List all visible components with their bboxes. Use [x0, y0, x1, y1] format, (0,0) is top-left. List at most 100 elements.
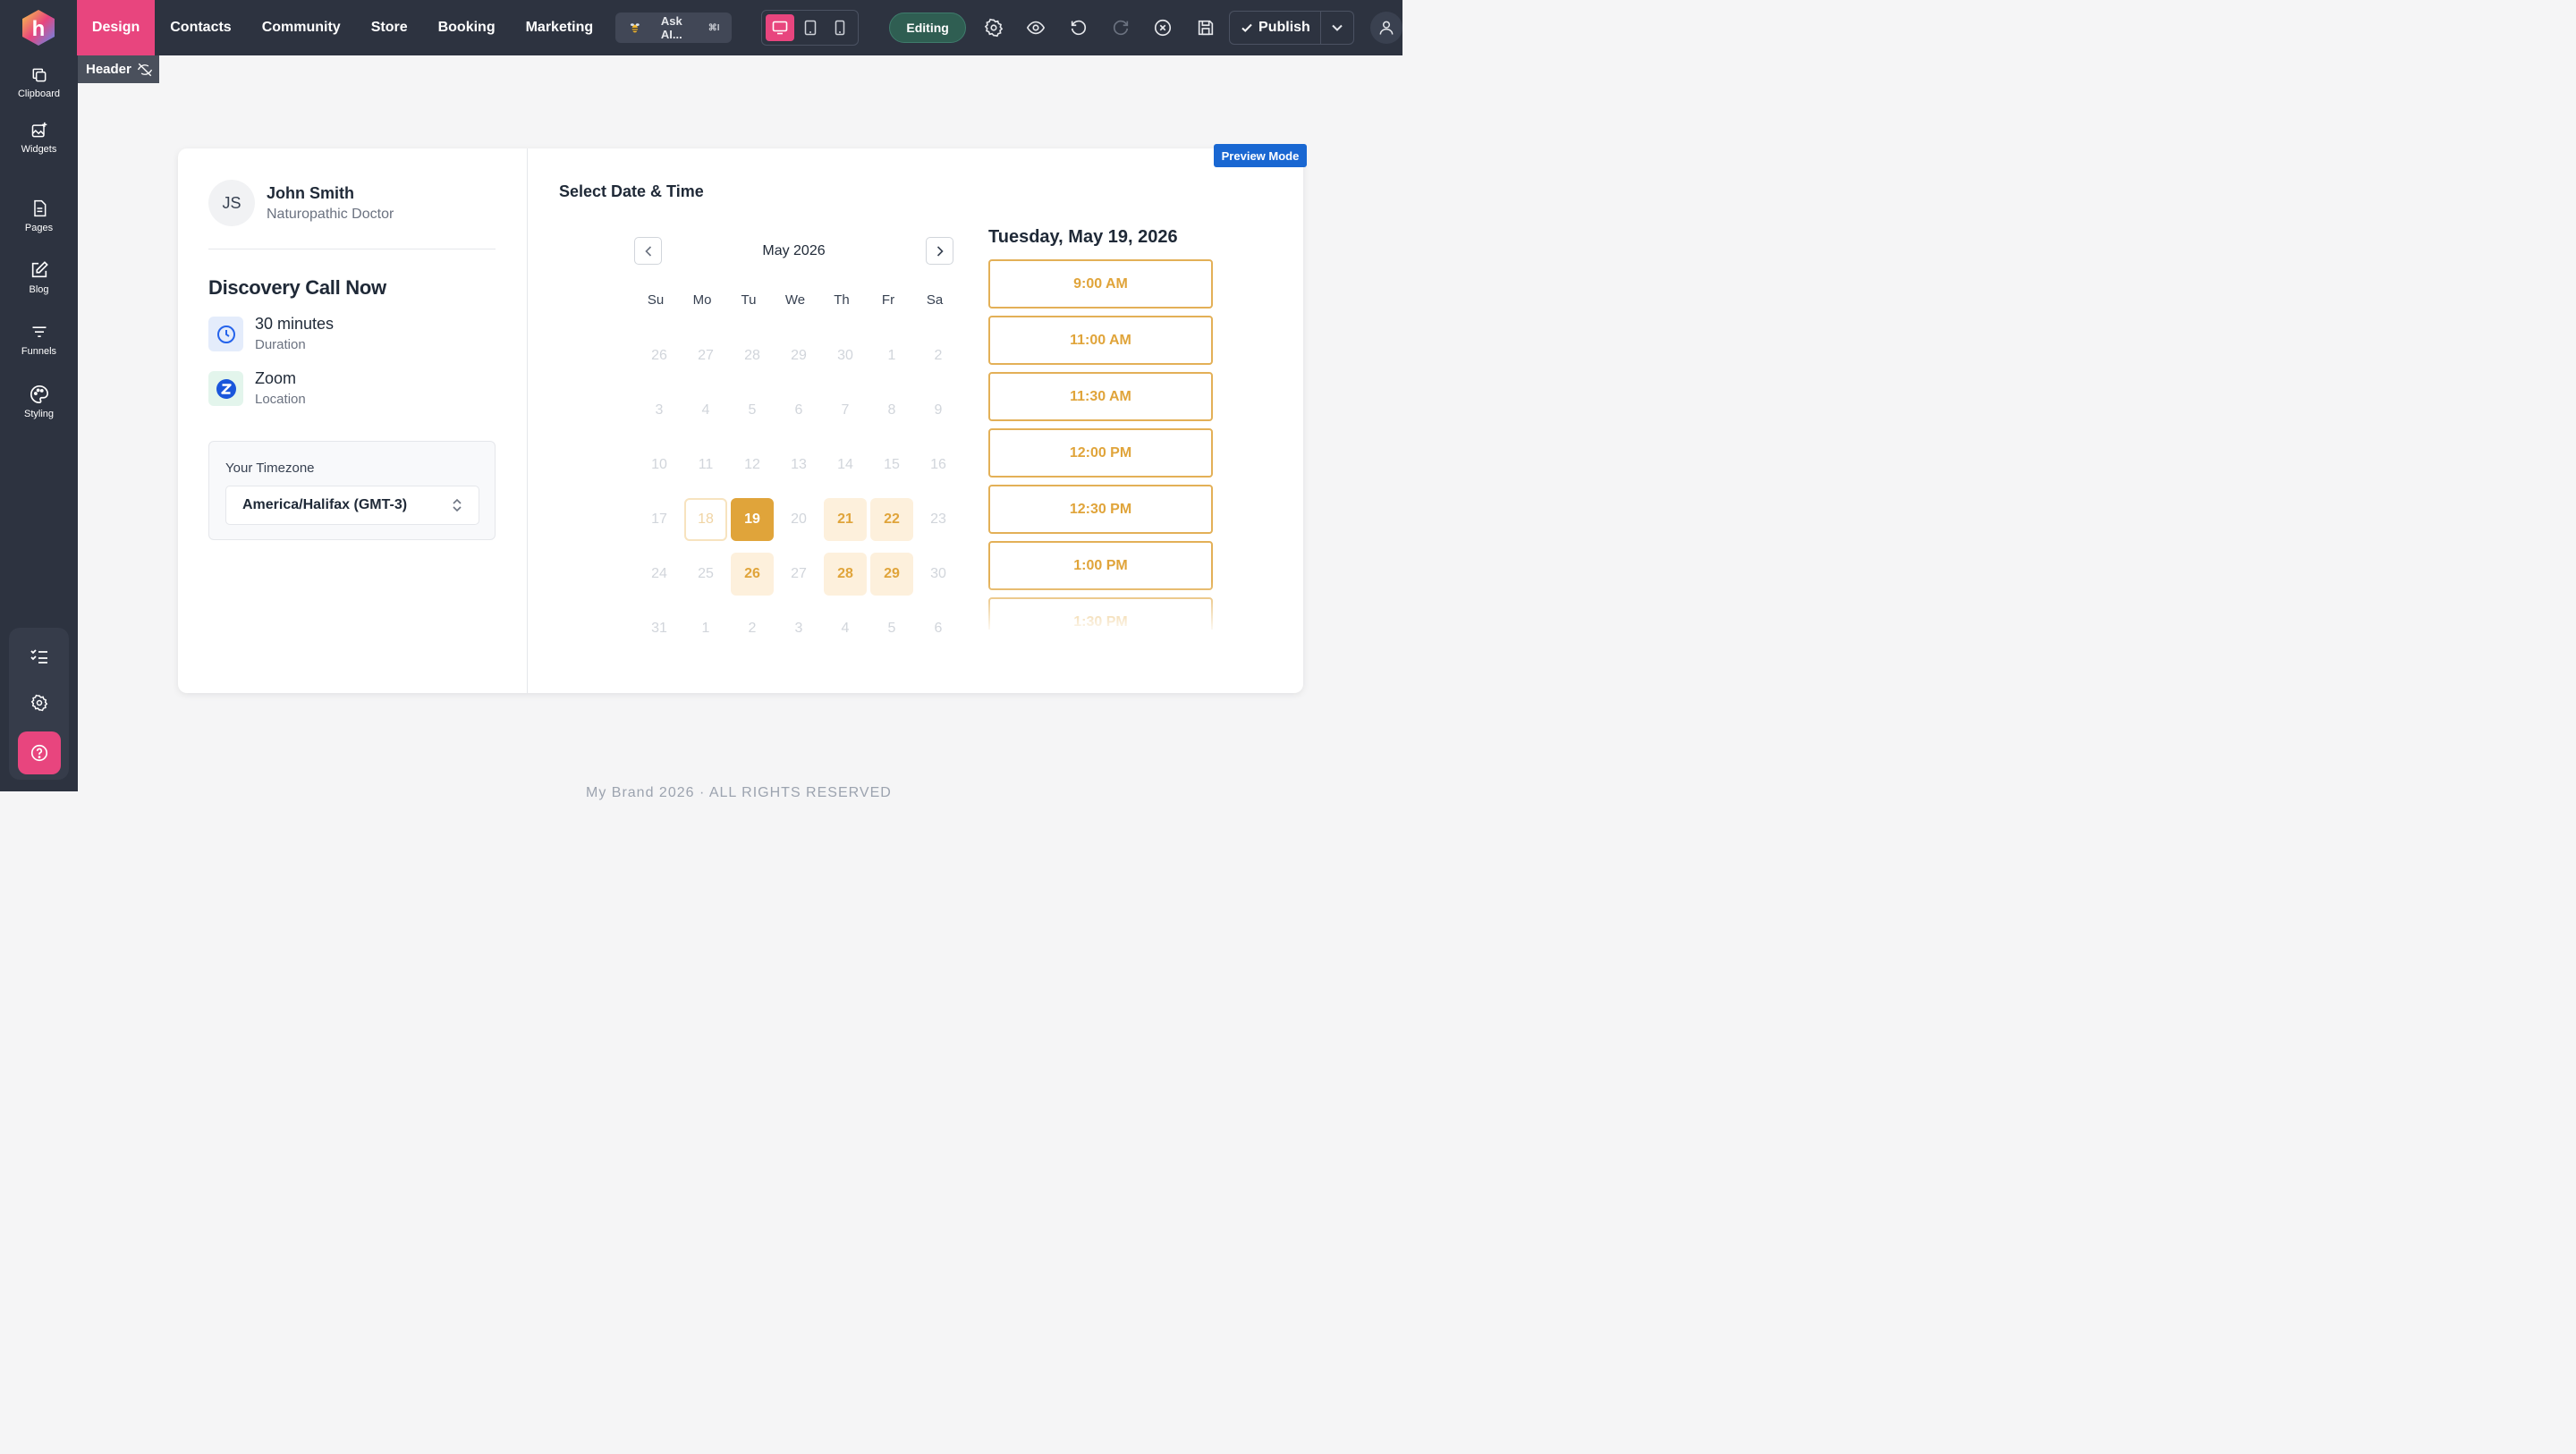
- calendar-day: 16: [930, 457, 946, 472]
- sidebar-item-blog[interactable]: Blog: [0, 260, 78, 295]
- timezone-value: America/Halifax (GMT-3): [242, 497, 408, 512]
- time-slot-button[interactable]: 12:30 PM: [988, 485, 1213, 534]
- chevron-right-icon: [936, 245, 944, 257]
- sidebar-item-label: Funnels: [21, 346, 57, 357]
- location-label: Location: [255, 392, 306, 407]
- desktop-icon: [772, 21, 788, 35]
- sidebar-item-label: Clipboard: [17, 89, 61, 99]
- footer-text: My Brand 2026 · ALL RIGHTS RESERVED: [586, 785, 892, 800]
- ask-ai-button[interactable]: Ask AI... ⌘I: [615, 13, 733, 43]
- time-slot-button[interactable]: 11:30 AM: [988, 372, 1213, 421]
- undo-icon: [1071, 20, 1086, 36]
- settings-button[interactable]: [972, 6, 1014, 49]
- calendar-day: 1: [887, 348, 896, 363]
- calendar-day: 2: [748, 621, 757, 636]
- time-slot-button[interactable]: 11:00 AM: [988, 316, 1213, 365]
- next-month-button[interactable]: [926, 237, 953, 265]
- weekday-header: Su: [647, 292, 665, 308]
- publish-options-button[interactable]: [1321, 12, 1353, 44]
- top-bar: h Design Contacts Community Store Bookin…: [0, 0, 1402, 55]
- calendar-day: 6: [934, 621, 943, 636]
- calendar-day-selected[interactable]: 19: [731, 498, 774, 541]
- sidebar-settings-button[interactable]: [9, 685, 69, 721]
- calendar-day: 13: [791, 457, 807, 472]
- pages-icon: [33, 199, 46, 217]
- chevron-down-icon: [1332, 24, 1343, 31]
- calendar-day-available[interactable]: 26: [731, 553, 774, 596]
- calendar-day: 4: [841, 621, 850, 636]
- host-role: Naturopathic Doctor: [267, 207, 394, 222]
- eye-off-icon[interactable]: [137, 62, 153, 78]
- task-list-button[interactable]: [9, 638, 69, 674]
- undo-button[interactable]: [1057, 6, 1099, 49]
- calendar-day-available[interactable]: 21: [824, 498, 867, 541]
- zoom-icon: [208, 371, 243, 406]
- calendar-day-available[interactable]: 28: [824, 553, 867, 596]
- timezone-label: Your Timezone: [225, 461, 315, 476]
- gear-icon: [30, 694, 47, 712]
- calendar-day: 11: [698, 457, 714, 472]
- check-icon: [1241, 23, 1252, 32]
- tablet-view-button[interactable]: [796, 14, 825, 41]
- calendar-day: 4: [701, 402, 710, 418]
- nav-design[interactable]: Design: [76, 0, 156, 55]
- edit-icon: [31, 261, 48, 278]
- mobile-icon: [835, 20, 845, 36]
- save-button[interactable]: [1184, 6, 1226, 49]
- sidebar-item-label: Widgets: [21, 144, 57, 155]
- calendar-month-label: May 2026: [762, 243, 826, 258]
- calendar-day: 2: [934, 348, 943, 363]
- time-slot-button[interactable]: 9:00 AM: [988, 259, 1213, 309]
- preview-button[interactable]: [1014, 6, 1056, 49]
- calendar-day-today: 18: [684, 498, 727, 541]
- ask-ai-shortcut: ⌘I: [708, 22, 720, 33]
- sidebar-item-pages[interactable]: Pages: [0, 199, 78, 233]
- mobile-view-button[interactable]: [826, 14, 854, 41]
- calendar-day: 10: [651, 457, 667, 472]
- publish-button[interactable]: Publish: [1230, 12, 1322, 44]
- calendar-day-available[interactable]: 29: [870, 553, 913, 596]
- account-button[interactable]: [1370, 12, 1402, 44]
- weekday-header: Mo: [692, 292, 712, 308]
- time-slot-button[interactable]: 12:00 PM: [988, 428, 1213, 478]
- time-slot-list: 9:00 AM 11:00 AM 11:30 AM 12:00 PM 12:30 PM 1…: [988, 259, 1214, 630]
- header-section-tag[interactable]: Header: [78, 55, 159, 83]
- calendar-day: 23: [930, 511, 946, 527]
- calendar-day-available[interactable]: 22: [870, 498, 913, 541]
- app-logo[interactable]: h: [0, 0, 77, 55]
- redo-button[interactable]: [1099, 6, 1141, 49]
- sidebar-item-widgets[interactable]: Widgets: [0, 122, 78, 155]
- calendar-day: 28: [744, 348, 760, 363]
- nav-booking[interactable]: Booking: [423, 0, 511, 55]
- sidebar-bottom-tray: [9, 628, 69, 780]
- nav-contacts[interactable]: Contacts: [155, 0, 246, 55]
- sidebar-item-clipboard[interactable]: Clipboard: [0, 66, 78, 99]
- close-circle-icon: [1155, 19, 1172, 37]
- sidebar-item-funnels[interactable]: Funnels: [0, 324, 78, 357]
- event-details-pane: JS John Smith Naturopathic Doctor Discov…: [178, 148, 528, 693]
- calendar-day: 3: [794, 621, 803, 636]
- calendar-day: 24: [651, 566, 667, 581]
- chevron-left-icon: [644, 245, 651, 257]
- widgets-icon: [31, 122, 47, 138]
- nav-community[interactable]: Community: [247, 0, 356, 55]
- calendar-day: 1: [701, 621, 710, 636]
- weekday-header: Tu: [741, 292, 757, 308]
- nav-store[interactable]: Store: [356, 0, 423, 55]
- calendar-day: 5: [887, 621, 896, 636]
- exit-editor-button[interactable]: [1142, 6, 1184, 49]
- select-date-title: Select Date & Time: [559, 182, 704, 200]
- editing-mode-button[interactable]: Editing: [889, 13, 967, 43]
- help-button[interactable]: [18, 731, 61, 774]
- publish-label: Publish: [1258, 20, 1310, 35]
- sidebar-item-styling[interactable]: Styling: [0, 385, 78, 419]
- desktop-view-button[interactable]: [766, 14, 795, 41]
- prev-month-button[interactable]: [634, 237, 662, 265]
- timezone-select[interactable]: America/Halifax (GMT-3): [225, 486, 479, 525]
- eye-icon: [1027, 21, 1046, 35]
- redo-icon: [1113, 20, 1129, 36]
- nav-marketing[interactable]: Marketing: [511, 0, 609, 55]
- weekday-header: Sa: [926, 292, 944, 308]
- tablet-icon: [804, 20, 817, 36]
- calendar-day: 26: [651, 348, 667, 363]
